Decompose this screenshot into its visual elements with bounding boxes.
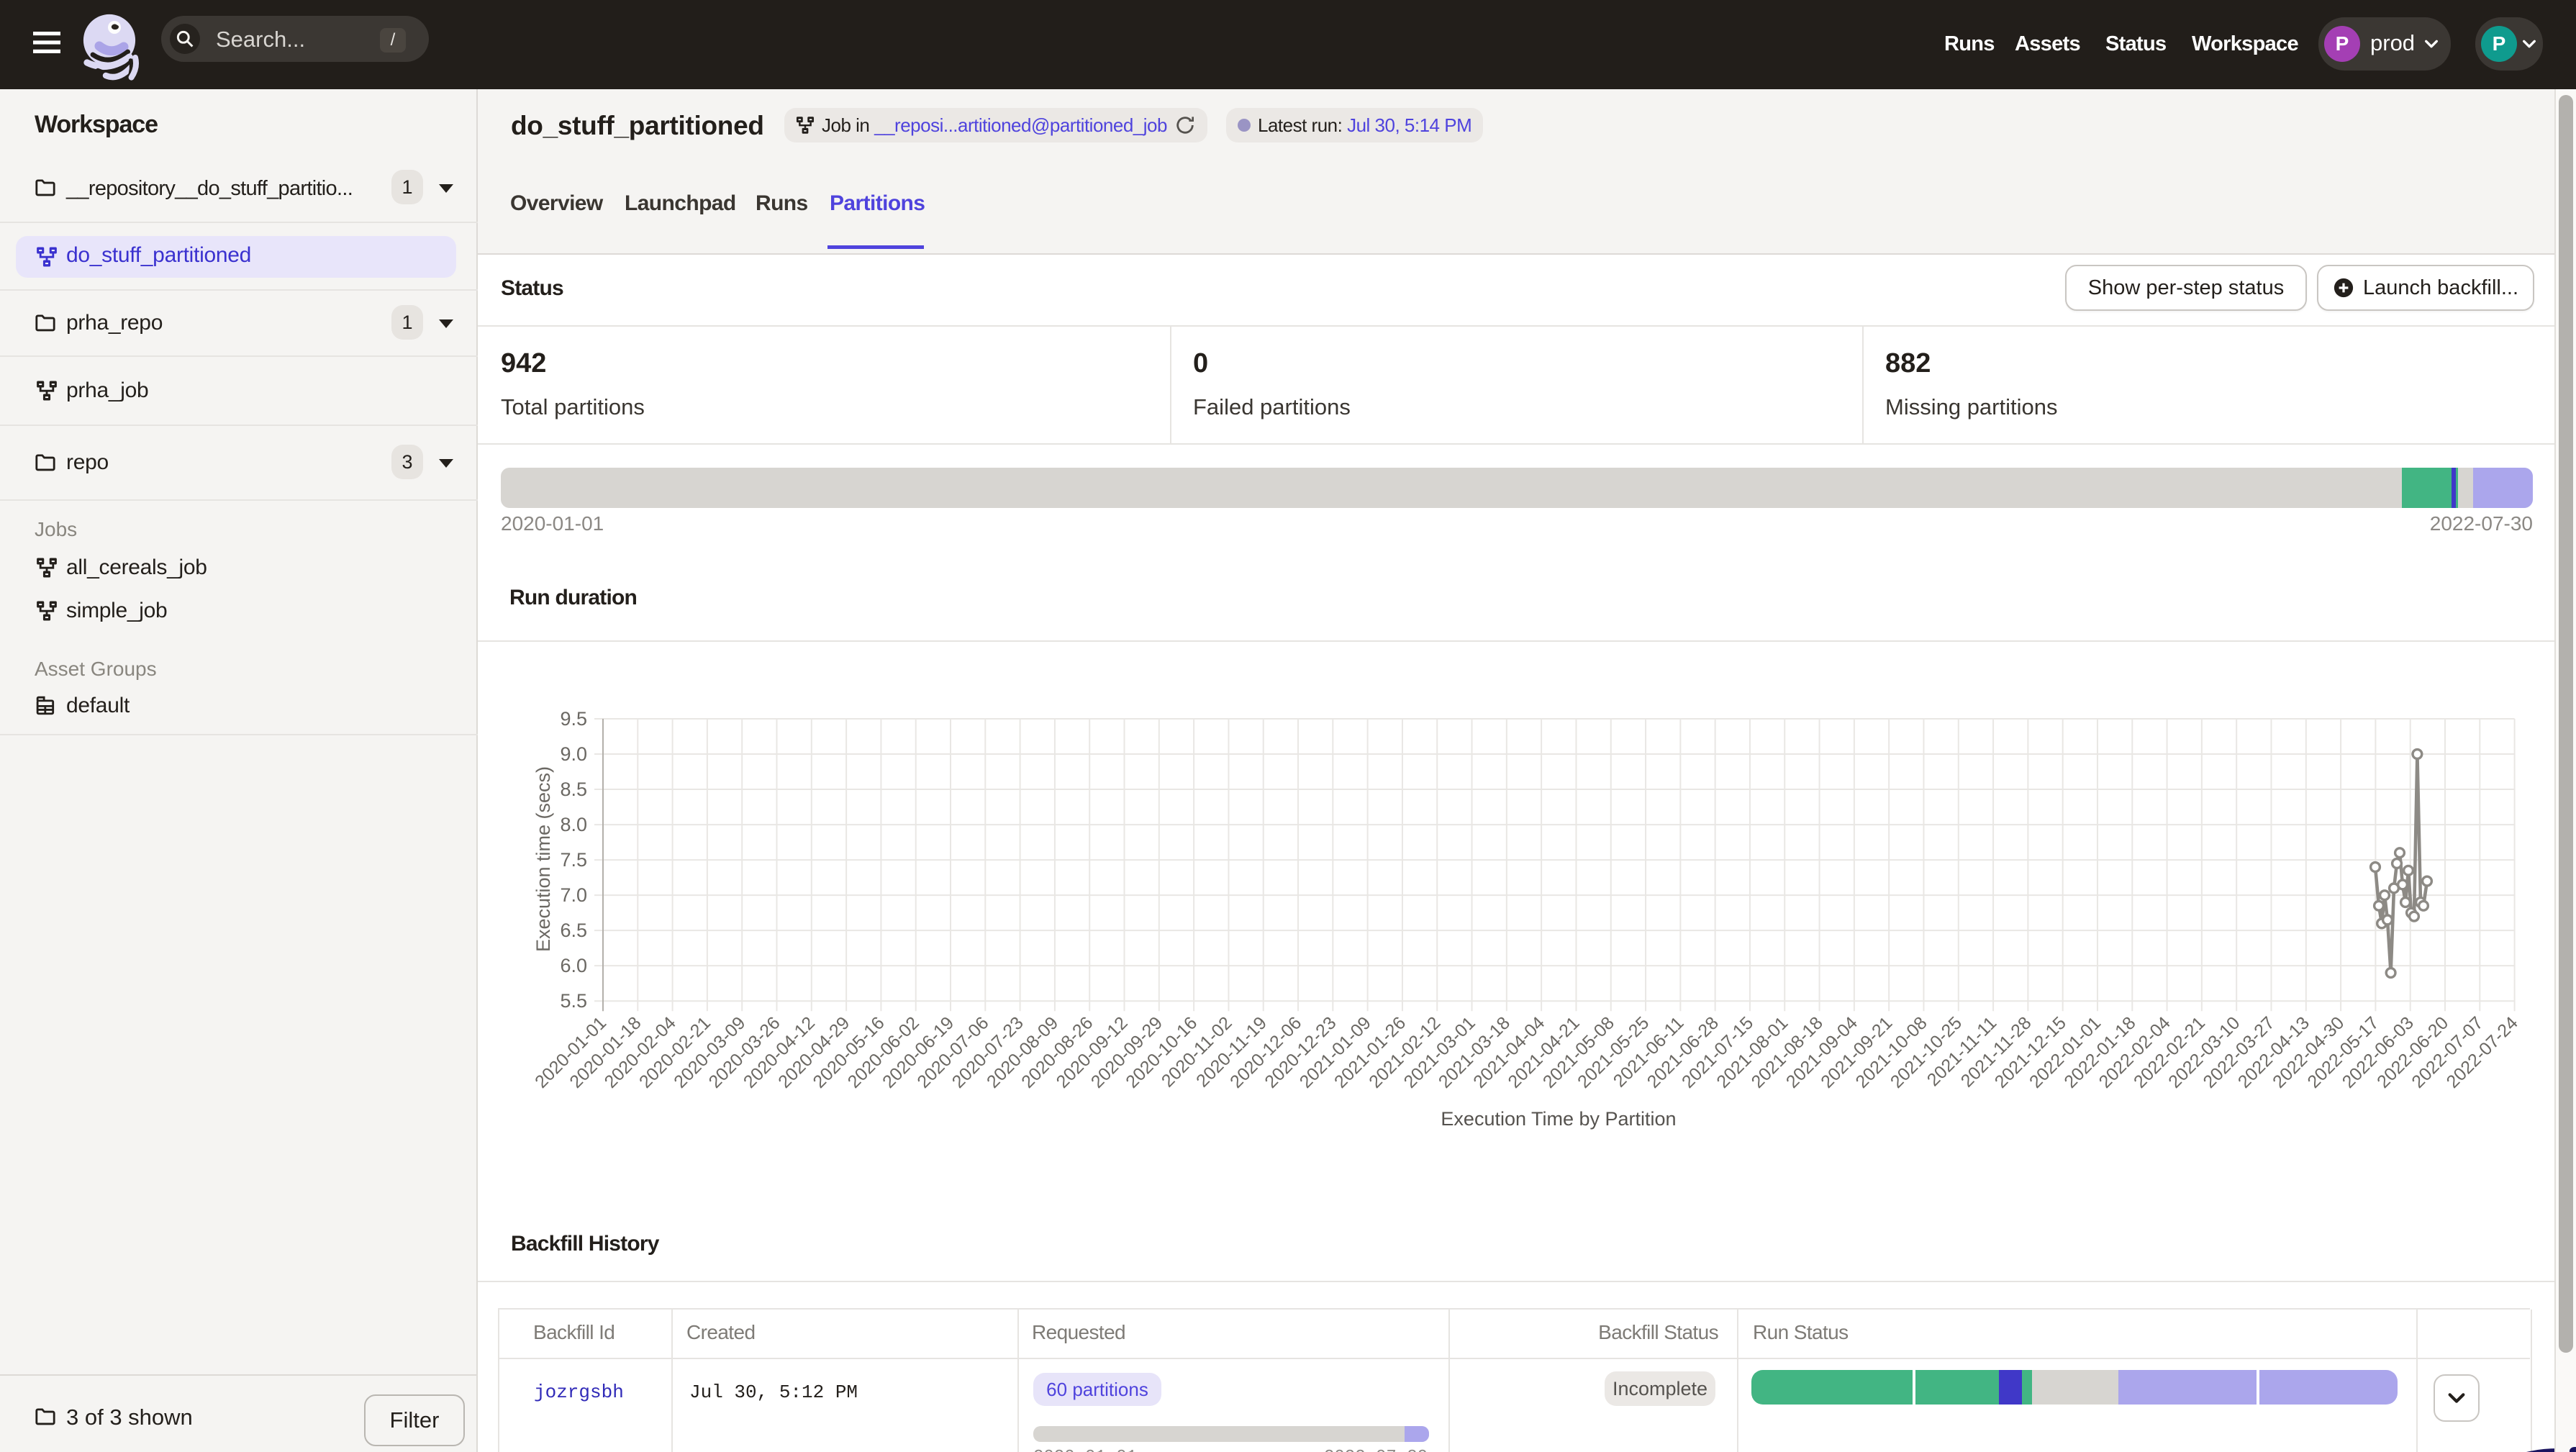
svg-text:8.0: 8.0 <box>560 814 587 835</box>
svg-text:7.0: 7.0 <box>560 884 587 906</box>
svg-text:6.5: 6.5 <box>560 920 587 941</box>
svg-text:8.5: 8.5 <box>560 779 587 800</box>
svg-text:7.5: 7.5 <box>560 849 587 871</box>
svg-text:Execution Time by Partition: Execution Time by Partition <box>1441 1108 1676 1130</box>
svg-text:6.0: 6.0 <box>560 955 587 976</box>
svg-text:9.5: 9.5 <box>560 708 587 730</box>
svg-text:9.0: 9.0 <box>560 743 587 765</box>
svg-text:5.5: 5.5 <box>560 990 587 1012</box>
svg-text:Execution time (secs): Execution time (secs) <box>532 766 554 952</box>
